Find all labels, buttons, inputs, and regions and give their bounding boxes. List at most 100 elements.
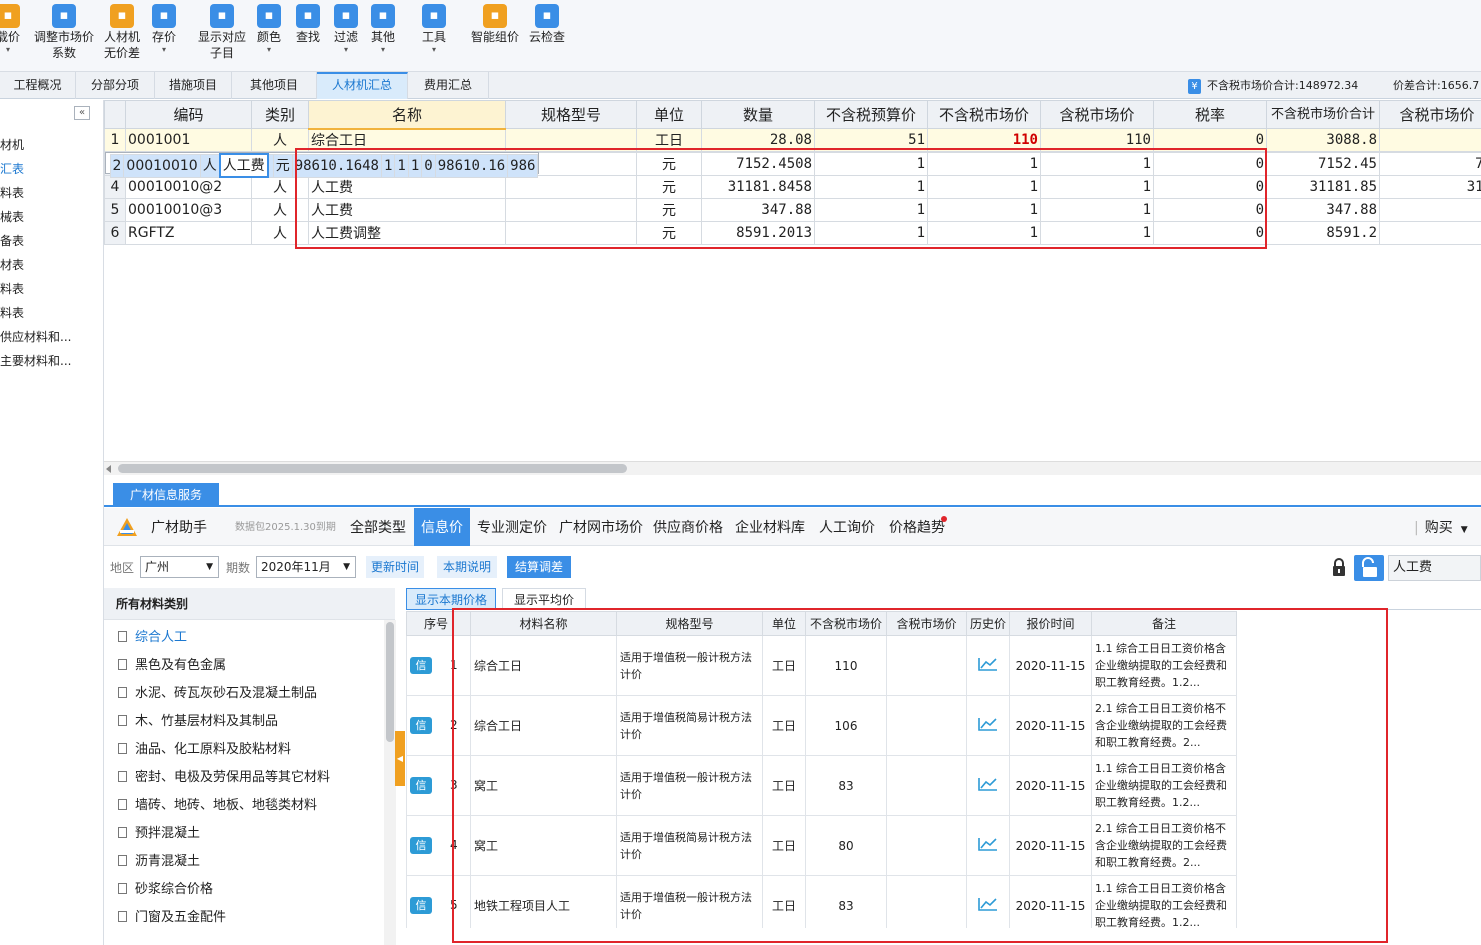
grid-row[interactable]: 2 00010010 人人工费 ··· 元 98610.1648 1 1 1 0 98610.16 9… bbox=[104, 152, 540, 178]
price-row[interactable]: 信 4 窝工 适用于增值税简易计税方法计价 工日 80 2020-11-15 2.1 综合工日… bbox=[406, 815, 1237, 876]
left-nav-item[interactable]: 供应材料和... bbox=[0, 328, 71, 345]
tab-5[interactable]: 人材机汇总 bbox=[317, 72, 408, 99]
cell-total[interactable]: 7152.45 bbox=[1266, 152, 1380, 176]
tab-guangcai-service[interactable]: 广材信息服务 bbox=[113, 483, 219, 507]
column-header[interactable]: 不含税市场价合计 bbox=[1266, 100, 1380, 129]
cell-qty[interactable]: 98610.1648 bbox=[291, 153, 382, 178]
info-badge-icon[interactable]: 信 bbox=[410, 717, 432, 734]
cell-name[interactable]: 人工费 bbox=[308, 198, 506, 222]
cell-type[interactable]: 人 bbox=[251, 221, 309, 245]
cell-market[interactable]: 110 bbox=[927, 128, 1041, 152]
cell-tax_market[interactable]: 110 bbox=[1040, 128, 1154, 152]
toolbar-cloud-check-button[interactable]: ▪ 云检查 bbox=[527, 4, 567, 45]
scroll-thumb[interactable] bbox=[118, 464, 627, 473]
left-nav-item[interactable]: 材机 bbox=[0, 136, 24, 153]
tab-6[interactable]: 费用汇总 bbox=[408, 72, 489, 99]
cell-name[interactable]: 人工费调整 bbox=[308, 221, 506, 245]
cell-market[interactable]: 1 bbox=[927, 152, 1041, 176]
cell-market[interactable]: 1 bbox=[394, 153, 409, 178]
cell-qty[interactable]: 7152.4508 bbox=[701, 152, 815, 176]
cell-type[interactable]: 人 bbox=[251, 198, 309, 222]
cell-type[interactable]: 人 bbox=[251, 128, 309, 152]
category-item[interactable]: 水泥、砖瓦灰砂石及混凝土制品 bbox=[118, 682, 317, 701]
column-header[interactable]: 含税市场价 bbox=[1040, 100, 1154, 129]
cell-code[interactable]: 00010010 bbox=[123, 153, 201, 178]
cell-unit[interactable]: 元 bbox=[636, 221, 702, 245]
tab-3[interactable]: 措施项目 bbox=[155, 72, 232, 99]
category-item[interactable]: 沥青混凝土 bbox=[118, 850, 200, 869]
toolbar-grid-button[interactable]: ▪ 其他 ▾ bbox=[366, 4, 400, 55]
cell-qty[interactable]: 31181.8458 bbox=[701, 175, 815, 199]
category-item[interactable]: 门窗及五金配件 bbox=[118, 906, 226, 925]
cell-rate[interactable]: 0 bbox=[1153, 175, 1267, 199]
price-column-header[interactable]: 单位 bbox=[762, 611, 806, 636]
cell-tax_total[interactable]: 986 bbox=[507, 153, 539, 178]
cell-tax_total[interactable]: 71 bbox=[1379, 152, 1481, 176]
price-column-header[interactable]: 序号 bbox=[406, 611, 471, 636]
cell-rate[interactable]: 0 bbox=[1153, 198, 1267, 222]
helper-tab[interactable]: 人工询价 bbox=[819, 508, 883, 546]
cell-rate[interactable]: 0 bbox=[1153, 221, 1267, 245]
cell-market[interactable]: 1 bbox=[927, 175, 1041, 199]
price-row[interactable]: 信 1 综合工日 适用于增值税一般计税方法计价 工日 110 2020-11-15 1.1 综… bbox=[406, 635, 1237, 696]
toolbar-smart-price-button[interactable]: ▪ 智能组价 bbox=[470, 4, 520, 45]
cell-type[interactable]: 人 bbox=[251, 175, 309, 199]
price-column-header[interactable]: 历史价 bbox=[966, 611, 1010, 636]
toolbar-price-load-button[interactable]: ▪ 载价 ▾ bbox=[0, 4, 24, 55]
cell-spec[interactable] bbox=[505, 175, 637, 199]
cell-total[interactable]: 347.88 bbox=[1266, 198, 1380, 222]
helper-tab[interactable]: 供应商价格 bbox=[653, 508, 729, 546]
cell-budget[interactable]: 1 bbox=[380, 153, 396, 178]
trend-chart-icon[interactable] bbox=[977, 656, 999, 672]
price-column-header[interactable]: 备注 bbox=[1091, 611, 1237, 636]
cell-qty[interactable]: 8591.2013 bbox=[701, 221, 815, 245]
category-scroll-thumb[interactable] bbox=[386, 622, 394, 742]
left-nav-item[interactable]: 械表 bbox=[0, 208, 24, 225]
cell-total[interactable]: 98610.16 bbox=[434, 153, 509, 178]
cell-tax_total[interactable]: 3 bbox=[1379, 128, 1481, 152]
cell-rate[interactable]: 0 bbox=[1153, 128, 1267, 152]
column-header[interactable]: 含税市场价 bbox=[1379, 100, 1481, 129]
cell-qty[interactable]: 28.08 bbox=[701, 128, 815, 152]
trend-chart-icon[interactable] bbox=[977, 776, 999, 792]
toolbar-paint-bucket-button[interactable]: ▪ 颜色 ▾ bbox=[252, 4, 286, 55]
cell-unit[interactable]: 元 bbox=[272, 153, 293, 178]
cell-name[interactable]: 人工费 bbox=[308, 175, 506, 199]
cell-name[interactable]: 人工费 ··· bbox=[218, 153, 269, 178]
tab-2[interactable]: 分部分项 bbox=[76, 72, 155, 99]
left-nav-item[interactable]: 材表 bbox=[0, 256, 24, 273]
cell-unit[interactable]: 元 bbox=[636, 198, 702, 222]
tab-4[interactable]: 其他项目 bbox=[232, 72, 317, 99]
horizontal-scrollbar[interactable] bbox=[104, 461, 1481, 475]
cell-tax_total[interactable]: 8 bbox=[1379, 221, 1481, 245]
search-input[interactable]: 人工费 bbox=[1388, 555, 1481, 581]
cell-tax_market[interactable]: 1 bbox=[1040, 152, 1154, 176]
price-column-header[interactable]: 不含税市场价 bbox=[805, 611, 887, 636]
cell-name[interactable]: 综合工日 bbox=[308, 128, 506, 152]
lock-icon[interactable] bbox=[1331, 557, 1347, 577]
cell-rate[interactable]: 0 bbox=[1153, 152, 1267, 176]
category-item[interactable]: 综合人工 bbox=[118, 626, 187, 645]
grid-row[interactable]: 500010010@3人人工费元347.881110347.883 bbox=[104, 198, 1481, 222]
cell-tax_market[interactable]: 1 bbox=[407, 153, 423, 178]
column-header[interactable]: 单位 bbox=[636, 100, 702, 129]
cell-type[interactable]: 人 bbox=[199, 153, 221, 178]
toolbar-save-price-button[interactable]: ▪ 存价 ▾ bbox=[146, 4, 182, 55]
cell-tax_total[interactable]: 311 bbox=[1379, 175, 1481, 199]
column-header[interactable]: 不含税预算价 bbox=[814, 100, 928, 129]
cell-code[interactable]: 00010010@2 bbox=[125, 175, 252, 199]
column-header[interactable]: 类别 bbox=[251, 100, 309, 129]
left-nav-item[interactable]: 汇表 bbox=[0, 160, 24, 177]
region-select[interactable]: 广州 ▼ bbox=[140, 556, 219, 578]
category-item[interactable]: 墙砖、地砖、地板、地毯类材料 bbox=[118, 794, 317, 813]
column-header[interactable]: 数量 bbox=[701, 100, 815, 129]
tab-average-price[interactable]: 显示平均价 bbox=[502, 588, 586, 610]
info-badge-icon[interactable]: 信 bbox=[410, 657, 432, 674]
cell-unit[interactable]: 工日 bbox=[636, 128, 702, 152]
left-nav-item[interactable]: 料表 bbox=[0, 184, 24, 201]
column-header[interactable]: 规格型号 bbox=[505, 100, 637, 129]
column-header[interactable]: 编码 bbox=[125, 100, 252, 129]
price-row[interactable]: 信 5 地铁工程项目人工 适用于增值税一般计税方法计价 工日 83 2020-11-15 1.… bbox=[406, 875, 1237, 928]
price-column-header[interactable]: 报价时间 bbox=[1009, 611, 1092, 636]
scroll-left-arrow[interactable] bbox=[106, 465, 111, 473]
